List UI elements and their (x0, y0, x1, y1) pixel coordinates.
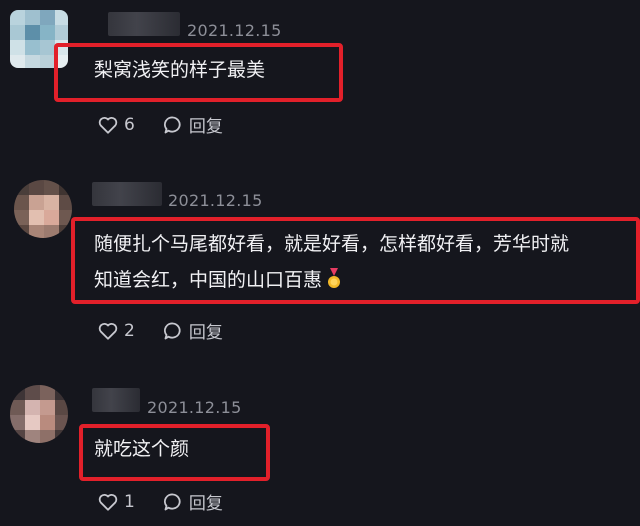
comment-text-line: 就吃这个颜 (94, 438, 190, 460)
comment-3: 2021.12.15 就吃这个颜 1 回复 (0, 0, 640, 526)
heart-outline-icon (98, 493, 118, 511)
like-count: 1 (124, 491, 135, 512)
reply-button[interactable]: 回复 (163, 489, 223, 514)
comment-date: 2021.12.15 (147, 398, 242, 417)
username-blurred[interactable] (92, 388, 140, 412)
speech-bubble-icon (163, 493, 181, 510)
comment-actions: 1 回复 (98, 489, 251, 514)
comment-text: 就吃这个颜 (94, 431, 189, 467)
like-button[interactable]: 1 (98, 492, 135, 512)
avatar[interactable] (10, 385, 68, 443)
reply-label: 回复 (188, 494, 223, 514)
